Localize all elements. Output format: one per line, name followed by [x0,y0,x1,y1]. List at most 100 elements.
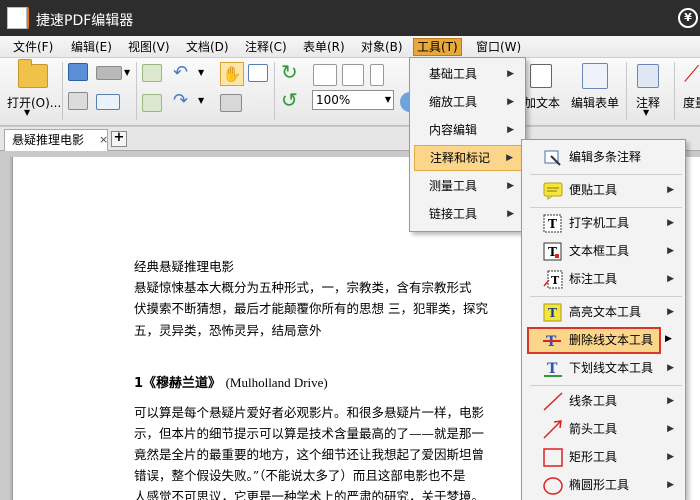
print-icon[interactable] [68,92,88,110]
menu-document[interactable]: 文档(D) [183,38,232,56]
annotate-dropdown-icon[interactable]: ▼ [643,108,649,117]
menu-item-label: 下划线文本工具 [569,361,654,375]
prev-page-icon[interactable] [142,64,162,82]
redo-dropdown-icon[interactable]: ▼ [198,96,204,105]
fit-page-icon[interactable] [342,64,364,86]
scanner-icon[interactable] [96,66,122,80]
menu-item-content-edit[interactable]: 内容编辑 ▶ [414,117,522,143]
menu-item-textbox[interactable]: T 文本框工具 ▶ [525,238,684,265]
measure-icon[interactable]: ⟋ [684,62,699,87]
submenu-arrow-icon: ▶ [507,69,514,79]
submenu-arrow-icon: ▶ [507,181,514,191]
save-icon[interactable] [68,63,88,81]
toolbar-separator [674,62,675,120]
submenu-arrow-icon: ▶ [667,452,674,462]
menu-item-line[interactable]: 线条工具 ▶ [525,388,684,415]
zoom-select[interactable]: 100% ▼ [312,90,394,110]
toolbar: 打开(O)... ▼ ▼ ↶ ▼ ↷ ▼ ✋ ↻ ↺ 100% ▼ 加文本 编辑表… [0,58,700,126]
email-icon[interactable] [96,94,120,110]
menu-window[interactable]: 窗口(W) [473,38,524,56]
menu-item-annotation-markup[interactable]: 注释和标记 ▶ [414,145,522,171]
menu-item-label: 打字机工具 [569,216,630,230]
menu-item-link-tools[interactable]: 链接工具 ▶ [414,201,522,227]
edit-form-icon[interactable] [582,63,608,89]
fit-width-icon[interactable] [370,64,384,86]
open-dropdown-arrow-icon[interactable]: ▼ [24,108,30,117]
typewriter-icon: T [543,214,563,233]
highlight-text-icon: T [543,303,563,322]
redo-icon[interactable]: ↷ [173,90,188,111]
undo-dropdown-icon[interactable]: ▼ [198,68,204,77]
arrow-tool-icon [543,420,563,439]
menu-item-zoom-tools[interactable]: 缩放工具 ▶ [414,89,522,115]
add-tab-icon[interactable]: + [111,131,127,147]
submenu-arrow-icon: ▶ [667,218,674,228]
doc-body-line: 人感觉不可思议，它更是一种学术上的严肃的研究，关于梦境。 [134,489,485,500]
yen-icon[interactable]: ¥ [678,8,698,28]
zoom-value: 100% [316,93,351,107]
submenu-item-partial[interactable] [7,7,27,29]
menu-item-measure-tools[interactable]: 测量工具 ▶ [414,173,522,199]
menu-item-ellipse[interactable]: 椭圆形工具 ▶ [525,472,684,499]
submenu-arrow-icon: ▶ [665,334,672,344]
menu-item-label: 高亮文本工具 [569,305,642,319]
menu-item-basic-tools[interactable]: 基础工具 ▶ [414,61,522,87]
menu-item-edit-annotations[interactable]: 编辑多条注释 [525,144,684,171]
undo-icon[interactable]: ↶ [173,62,188,83]
menu-item-label: 缩放工具 [429,95,478,109]
menu-item-arrow[interactable]: 箭头工具 ▶ [525,416,684,443]
menu-comment[interactable]: 注释(C) [242,38,290,56]
callout-icon: T [543,270,563,289]
scanner-dropdown-icon[interactable]: ▼ [124,68,130,77]
menu-item-typewriter[interactable]: T 打字机工具 ▶ [525,210,684,237]
submenu-arrow-icon: ▶ [667,307,674,317]
menu-item-label: 编辑多条注释 [569,150,642,164]
doc-line: 经典悬疑推理电影 [134,259,235,274]
heading-en: (Mulholland Drive) [225,375,328,390]
next-page-icon[interactable] [142,94,162,112]
menu-item-rectangle[interactable]: 矩形工具 ▶ [525,444,684,471]
submenu-arrow-icon: ▶ [507,125,514,135]
rotate-cw-icon[interactable]: ↻ [281,60,298,84]
menu-item-label: 内容编辑 [429,123,478,137]
menu-form[interactable]: 表单(R) [300,38,348,56]
menu-tools[interactable]: 工具(T) [413,38,462,56]
edit-form-label[interactable]: 编辑表单 [571,94,619,111]
add-text-icon[interactable] [530,64,552,88]
open-folder-icon[interactable] [18,59,48,88]
menu-separator [530,174,682,175]
menu-item-strikethrough-text[interactable]: T 删除线文本工具 [527,327,661,354]
rotate-ccw-icon[interactable]: ↺ [281,88,298,112]
snapshot-icon[interactable] [220,94,242,112]
menu-item-label: 椭圆形工具 [569,478,630,492]
zoom-dropdown-icon[interactable]: ▼ [385,91,391,109]
measure-label[interactable]: 度量 [683,94,700,111]
menu-file[interactable]: 文件(F) [10,38,56,56]
menu-item-underline-text[interactable]: T 下划线文本工具 ▶ [525,355,684,382]
menu-separator [530,385,682,386]
menu-view[interactable]: 视图(V) [125,38,173,56]
annotate-icon[interactable] [637,64,659,88]
menu-bar: 文件(F) 编辑(E) 视图(V) 文档(D) 注释(C) 表单(R) 对象(B… [0,36,700,58]
menu-item-highlight-text[interactable]: T 高亮文本工具 ▶ [525,299,684,326]
tab-label: 悬疑推理电影 [12,133,85,147]
tab-document[interactable]: 悬疑推理电影 × [4,129,108,151]
add-text-label[interactable]: 加文本 [524,94,560,111]
menu-item-sticky-note[interactable]: 便贴工具 ▶ [525,177,684,204]
svg-text:T: T [548,217,557,231]
menu-separator [530,207,682,208]
toolbar-separator [626,62,627,120]
actual-size-icon[interactable] [313,64,337,86]
toolbar-separator [136,62,137,120]
menu-object[interactable]: 对象(B) [358,38,406,56]
open-button-label[interactable]: 打开(O)... [7,94,61,111]
hand-tool-icon[interactable]: ✋ [220,62,244,86]
menu-item-label: 箭头工具 [569,422,618,436]
submenu-arrow-icon: ▶ [507,97,514,107]
menu-item-callout[interactable]: T 标注工具 ▶ [525,266,684,293]
select-text-icon[interactable] [248,64,268,82]
tab-close-icon[interactable]: × [99,130,108,150]
sticky-note-icon [543,181,563,200]
menu-edit[interactable]: 编辑(E) [68,38,115,56]
menu-item-label: 线条工具 [569,394,618,408]
